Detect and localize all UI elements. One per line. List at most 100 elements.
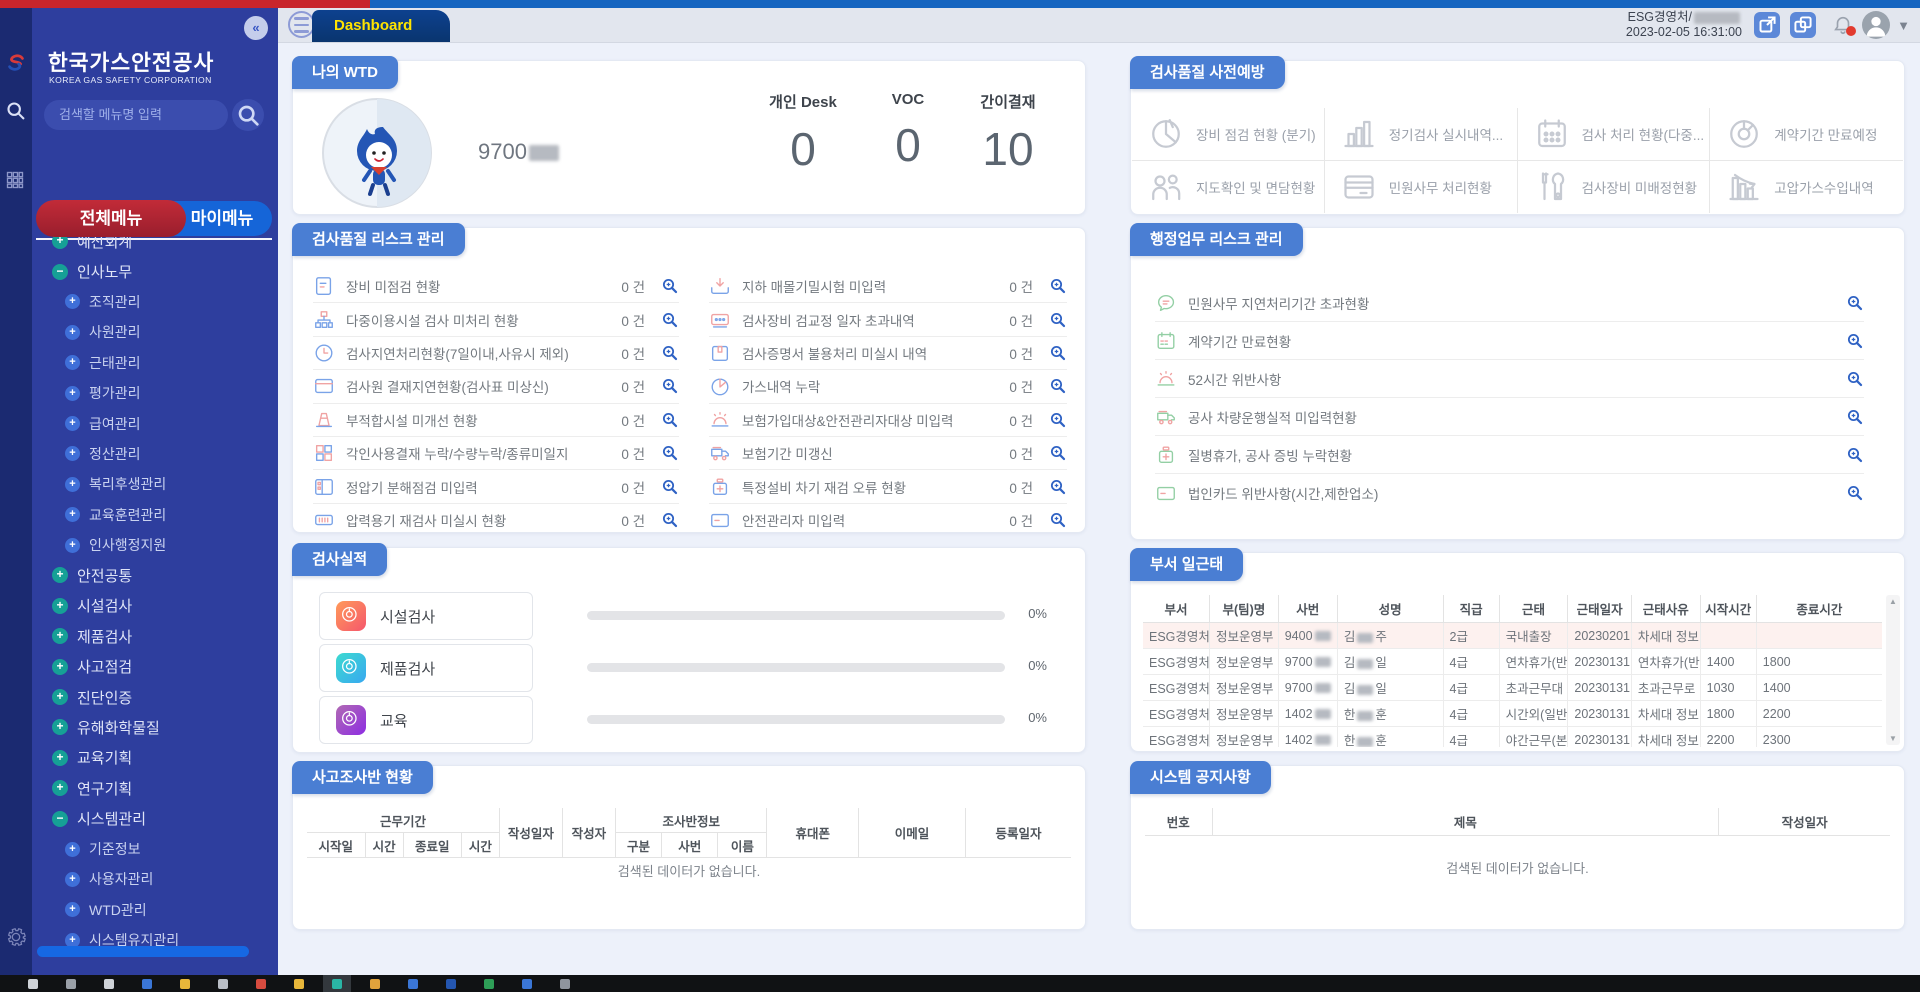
magnifier-icon[interactable] [661,311,679,329]
taskbar-app-icon-9[interactable] [370,979,380,989]
notifications-bell-icon[interactable] [1832,14,1854,36]
sidebar-item-11[interactable]: +안전공통 [32,560,278,590]
menu-search-button[interactable] [232,99,264,131]
taskbar-app-icon-0[interactable] [28,979,38,989]
quality-risk-right-row-1[interactable]: 검사장비 검교정 일자 초과내역0 건 [709,303,1067,336]
expand-icon[interactable]: + [52,659,68,675]
quality-risk-left-row-2[interactable]: 검사지연처리현황(7일이내,사유시 제외)0 건 [313,337,679,370]
taskbar-app-icon-2[interactable] [104,979,114,989]
magnifier-icon[interactable] [661,478,679,496]
magnifier-icon[interactable] [661,377,679,395]
stat-personal-desk[interactable]: 개인 Desk0 [748,91,858,176]
magnifier-icon[interactable] [1049,478,1067,496]
sidebar-item-15[interactable]: +진단인증 [32,682,278,712]
magnifier-icon[interactable] [661,344,679,362]
tab-all-menu[interactable]: 전체메뉴 [36,200,186,237]
sidebar-item-8[interactable]: +복리후생관리 [32,469,278,499]
sidebar-item-4[interactable]: +근태관리 [32,348,278,378]
magnifier-icon[interactable] [661,511,679,529]
sidebar-scrollbar-thumb[interactable] [37,946,249,957]
magnifier-icon[interactable] [1049,344,1067,362]
expand-icon[interactable]: + [65,538,80,553]
quality-risk-right-row-5[interactable]: 보험기간 미갱신0 건 [709,437,1067,470]
expand-icon[interactable]: + [52,598,68,614]
admin-risk-row-2[interactable]: 52시간 위반사항 [1155,360,1864,398]
rail-search-icon[interactable] [5,100,27,122]
attendance-row-1[interactable]: ESG경영처정보운영부9700김일4급연차휴가(반20230131연차휴가(반1… [1143,649,1882,675]
magnifier-icon[interactable] [1049,277,1067,295]
magnifier-icon[interactable] [1846,446,1864,464]
expand-icon[interactable]: + [65,842,80,857]
performance-category-button[interactable]: 시설검사 [319,592,533,640]
open-external-button[interactable] [1790,12,1816,38]
attendance-scrollbar[interactable]: ▲▼ [1886,595,1900,745]
expand-icon[interactable]: + [65,477,80,492]
magnifier-icon[interactable] [1049,311,1067,329]
sidebar-item-9[interactable]: +교육훈련관리 [32,500,278,530]
prevention-tile-1[interactable]: 정기검사 실시내역... [1325,108,1518,161]
sidebar-item-7[interactable]: +정산관리 [32,439,278,469]
sidebar-item-21[interactable]: +사용자관리 [32,864,278,894]
quality-risk-left-row-0[interactable]: 장비 미점검 현황0 건 [313,270,679,303]
taskbar-app-icon-3[interactable] [142,979,152,989]
magnifier-icon[interactable] [1846,408,1864,426]
quality-risk-left-row-4[interactable]: 부적합시설 미개선 현황0 건 [313,404,679,437]
taskbar-app-icon-6[interactable] [256,979,266,989]
taskbar-app-icon-1[interactable] [66,979,76,989]
expand-icon[interactable]: + [52,628,68,644]
windows-taskbar[interactable] [0,975,1920,992]
magnifier-icon[interactable] [1846,484,1864,502]
tab-dashboard[interactable]: Dashboard [312,10,450,42]
expand-icon[interactable]: + [65,446,80,461]
taskbar-app-icon-13[interactable] [522,979,532,989]
magnifier-icon[interactable] [661,444,679,462]
taskbar-app-icon-4[interactable] [180,979,190,989]
quality-risk-right-row-3[interactable]: 가스내역 누락0 건 [709,370,1067,403]
prevention-tile-4[interactable]: 지도확인 및 면담현황 [1132,161,1325,213]
magnifier-icon[interactable] [1846,370,1864,388]
taskbar-app-icon-8[interactable] [332,979,342,989]
expand-icon[interactable]: + [65,355,80,370]
expand-icon[interactable]: + [65,872,80,887]
expand-icon[interactable]: + [52,567,68,583]
quality-risk-left-row-7[interactable]: 압력용기 재검사 미실시 현황0 건 [313,504,679,536]
expand-icon[interactable]: + [52,780,68,796]
expand-icon[interactable]: + [65,416,80,431]
sidebar-item-12[interactable]: +시설검사 [32,591,278,621]
sidebar-item-6[interactable]: +급여관리 [32,408,278,438]
magnifier-icon[interactable] [1049,411,1067,429]
taskbar-app-icon-10[interactable] [408,979,418,989]
sidebar-item-13[interactable]: +제품검사 [32,621,278,651]
stat-voc[interactable]: VOC0 [853,91,963,172]
expand-icon[interactable]: + [65,325,80,340]
prevention-tile-6[interactable]: 검사장비 미배정현황 [1518,161,1711,213]
taskbar-app-icon-11[interactable] [446,979,456,989]
open-window-button[interactable] [1754,12,1780,38]
quality-risk-right-row-2[interactable]: 검사증명서 불용처리 미실시 내역0 건 [709,337,1067,370]
expand-icon[interactable]: + [52,689,68,705]
tab-my-menu[interactable]: 마이메뉴 [172,201,272,236]
quality-risk-left-row-6[interactable]: 정압기 분해점검 미입력0 건 [313,470,679,503]
quality-risk-left-row-1[interactable]: 다중이용시설 검사 미처리 현황0 건 [313,303,679,336]
sidebar-item-10[interactable]: +인사행정지원 [32,530,278,560]
sidebar-item-3[interactable]: +사원관리 [32,317,278,347]
performance-category-button[interactable]: 교육 [319,696,533,744]
taskbar-app-icon-14[interactable] [560,979,570,989]
sidebar-item-22[interactable]: +WTD관리 [32,895,278,925]
sidebar-item-18[interactable]: +연구기획 [32,773,278,803]
expand-icon[interactable]: + [52,719,68,735]
expand-icon[interactable]: + [65,507,80,522]
quality-risk-right-row-0[interactable]: 지하 매몰기밀시험 미입력0 건 [709,270,1067,303]
stat-quick-approval[interactable]: 간이결재10 [953,91,1063,176]
avatar[interactable] [1862,11,1890,39]
attendance-row-4[interactable]: ESG경영처정보운영부1402한훈4급야간근무(본20230131차세대 정보2… [1143,727,1882,748]
sidebar-collapse-button[interactable]: « [244,16,268,40]
prevention-tile-3[interactable]: 계약기간 만료예정 [1710,108,1903,161]
attendance-row-3[interactable]: ESG경영처정보운영부1402한훈4급시간외(일반20230131차세대 정보1… [1143,701,1882,727]
settings-gear-icon[interactable] [5,926,27,948]
quality-risk-right-row-7[interactable]: 안전관리자 미입력0 건 [709,504,1067,536]
sidebar-item-17[interactable]: +교육기획 [32,743,278,773]
attendance-row-0[interactable]: ESG경영처정보운영부9400김주2급국내출장20230201차세대 정보 [1143,623,1882,649]
performance-category-button[interactable]: 제품검사 [319,644,533,692]
magnifier-icon[interactable] [661,411,679,429]
